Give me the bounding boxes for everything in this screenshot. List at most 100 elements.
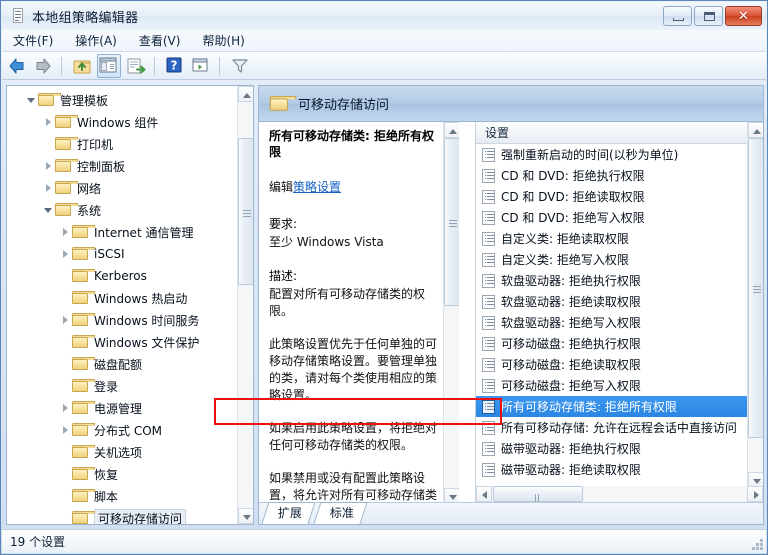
tree-node[interactable]: 打印机 bbox=[7, 133, 235, 155]
requirement-value: 至少 Windows Vista bbox=[269, 235, 384, 249]
settings-hscroll-thumb[interactable] bbox=[493, 486, 583, 502]
tree-node[interactable]: Windows 组件 bbox=[7, 111, 235, 133]
minimize-button[interactable] bbox=[663, 6, 692, 26]
chevron-closed-icon[interactable] bbox=[59, 248, 72, 261]
tree-node-label: Windows 热启动 bbox=[94, 291, 188, 306]
menu-help[interactable]: 帮助(H) bbox=[191, 30, 255, 51]
chevron-closed-icon[interactable] bbox=[59, 402, 72, 415]
policy-setting-icon bbox=[482, 441, 495, 456]
policy-description-pane: 所有可移动存储类: 拒绝所有权限 编辑策略设置 要求: 至少 Windows V… bbox=[259, 122, 459, 502]
tab-standard[interactable]: 标准 bbox=[313, 502, 368, 524]
settings-column-header[interactable]: 设置 bbox=[476, 122, 763, 144]
settings-row[interactable]: 软盘驱动器: 拒绝写入权限 bbox=[476, 312, 763, 333]
description-paragraph-2: 如果启用此策略设置，将拒绝对任何可移动存储类的权限。 bbox=[269, 421, 438, 452]
chevron-closed-icon[interactable] bbox=[42, 182, 55, 195]
maximize-button[interactable] bbox=[694, 6, 723, 26]
tree-node[interactable]: Kerberos bbox=[7, 265, 235, 287]
settings-row[interactable]: 可移动磁盘: 拒绝执行权限 bbox=[476, 333, 763, 354]
tree-node[interactable]: 网络 bbox=[7, 177, 235, 199]
tree-node-label: 恢复 bbox=[94, 467, 119, 482]
tree-node-label: 系统 bbox=[77, 203, 102, 218]
edit-policy-link[interactable]: 策略设置 bbox=[293, 180, 341, 194]
tree-node-label: Windows 时间服务 bbox=[94, 313, 200, 328]
settings-row[interactable]: 可移动磁盘: 拒绝读取权限 bbox=[476, 354, 763, 375]
tree-node[interactable]: 控制面板 bbox=[7, 155, 235, 177]
settings-row[interactable]: CD 和 DVD: 拒绝写入权限 bbox=[476, 207, 763, 228]
settings-row[interactable]: 可移动磁盘: 拒绝写入权限 bbox=[476, 375, 763, 396]
tree-node[interactable]: 分布式 COM bbox=[7, 419, 235, 441]
tree-node[interactable]: 电源管理 bbox=[7, 397, 235, 419]
edit-policy-line: 编辑策略设置 bbox=[269, 178, 441, 195]
show-pane-icon[interactable] bbox=[190, 55, 212, 77]
tree-node[interactable]: Windows 热启动 bbox=[7, 287, 235, 309]
tree-node[interactable]: 可移动存储访问 bbox=[7, 507, 235, 524]
policy-setting-icon bbox=[482, 168, 495, 183]
settings-row[interactable]: 自定义类: 拒绝读取权限 bbox=[476, 228, 763, 249]
tree-node-label: 网络 bbox=[77, 181, 102, 196]
tree-scroll-down-button[interactable] bbox=[238, 508, 253, 524]
folder-icon bbox=[71, 313, 96, 327]
settings-row[interactable]: 磁带驱动器: 拒绝执行权限 bbox=[476, 438, 763, 459]
folder-icon bbox=[71, 401, 96, 415]
up-one-level-icon[interactable] bbox=[71, 55, 93, 77]
tab-extended[interactable]: 扩展 bbox=[261, 502, 316, 524]
settings-row[interactable]: CD 和 DVD: 拒绝执行权限 bbox=[476, 165, 763, 186]
tree-node[interactable]: Windows 文件保护 bbox=[7, 331, 235, 353]
chevron-open-icon[interactable] bbox=[25, 94, 38, 107]
description-paragraph-1: 此策略设置优先于任何单独的可移动存储策略设置。要管理单独的类，请对每个类使用相应… bbox=[269, 337, 438, 402]
tree-vertical-scrollbar[interactable] bbox=[237, 86, 253, 524]
filter-icon[interactable] bbox=[229, 55, 251, 77]
close-button[interactable]: ✕ bbox=[725, 6, 762, 26]
results-pane: 可移动存储访问 所有可移动存储类: 拒绝所有权限 编辑策略设置 要求: 至少 W… bbox=[258, 85, 764, 525]
tree-node[interactable]: Windows 时间服务 bbox=[7, 309, 235, 331]
settings-row-selected[interactable]: 所有可移动存储类: 拒绝所有权限 bbox=[476, 396, 763, 417]
tree-node[interactable]: 恢复 bbox=[7, 463, 235, 485]
description-vertical-scrollbar[interactable] bbox=[443, 122, 459, 502]
help-icon[interactable]: ? bbox=[164, 55, 186, 77]
policy-setting-icon bbox=[482, 420, 495, 435]
chevron-closed-icon[interactable] bbox=[42, 160, 55, 173]
chevron-closed-icon[interactable] bbox=[42, 116, 55, 129]
show-hide-tree-icon[interactable] bbox=[97, 53, 121, 78]
description-scroll-up-button[interactable] bbox=[444, 122, 459, 138]
tree-node[interactable]: 关机选项 bbox=[7, 441, 235, 463]
settings-row[interactable]: CD 和 DVD: 拒绝读取权限 bbox=[476, 186, 763, 207]
menu-view[interactable]: 查看(V) bbox=[128, 30, 192, 51]
edit-prefix: 编辑 bbox=[269, 180, 294, 194]
tree-node[interactable]: 管理模板 bbox=[7, 89, 235, 111]
settings-horizontal-scrollbar[interactable] bbox=[476, 486, 763, 502]
description-scroll-thumb[interactable] bbox=[444, 138, 459, 306]
settings-row[interactable]: 软盘驱动器: 拒绝读取权限 bbox=[476, 291, 763, 312]
tree-node[interactable]: 登录 bbox=[7, 375, 235, 397]
forward-icon[interactable] bbox=[32, 55, 54, 77]
settings-scroll-up-button[interactable] bbox=[748, 122, 763, 138]
back-icon[interactable] bbox=[6, 55, 28, 77]
settings-scroll-right-button[interactable] bbox=[747, 486, 763, 502]
export-list-icon[interactable] bbox=[125, 55, 147, 77]
settings-row[interactable]: 自定义类: 拒绝写入权限 bbox=[476, 249, 763, 270]
tree-node[interactable]: Internet 通信管理 bbox=[7, 221, 235, 243]
tree-node-label: 登录 bbox=[94, 379, 119, 394]
chevron-open-icon[interactable] bbox=[42, 204, 55, 217]
settings-row[interactable]: 强制重新启动的时间(以秒为单位) bbox=[476, 144, 763, 165]
settings-vertical-scrollbar[interactable] bbox=[747, 122, 763, 488]
tree-scroll-thumb[interactable] bbox=[238, 138, 253, 285]
menu-file[interactable]: 文件(F) bbox=[2, 30, 64, 51]
tree-scroll-up-button[interactable] bbox=[238, 86, 253, 102]
menu-action[interactable]: 操作(A) bbox=[64, 30, 128, 51]
chevron-closed-icon[interactable] bbox=[59, 226, 72, 239]
chevron-closed-icon[interactable] bbox=[59, 314, 72, 327]
settings-scroll-thumb[interactable] bbox=[748, 138, 763, 438]
tree-node[interactable]: iSCSI bbox=[7, 243, 235, 265]
settings-row[interactable]: 所有可移动存储: 允许在远程会话中直接访问 bbox=[476, 417, 763, 438]
settings-row[interactable]: 磁带驱动器: 拒绝读取权限 bbox=[476, 459, 763, 480]
tree-node[interactable]: 磁盘配额 bbox=[7, 353, 235, 375]
tree-node[interactable]: 系统 bbox=[7, 199, 235, 221]
tree-node[interactable]: 脚本 bbox=[7, 485, 235, 507]
chevron-closed-icon[interactable] bbox=[59, 424, 72, 437]
description-scroll-down-button[interactable] bbox=[444, 488, 459, 502]
resize-grip-icon[interactable] bbox=[750, 537, 764, 551]
settings-scroll-left-button[interactable] bbox=[476, 486, 492, 502]
settings-row[interactable]: 软盘驱动器: 拒绝执行权限 bbox=[476, 270, 763, 291]
